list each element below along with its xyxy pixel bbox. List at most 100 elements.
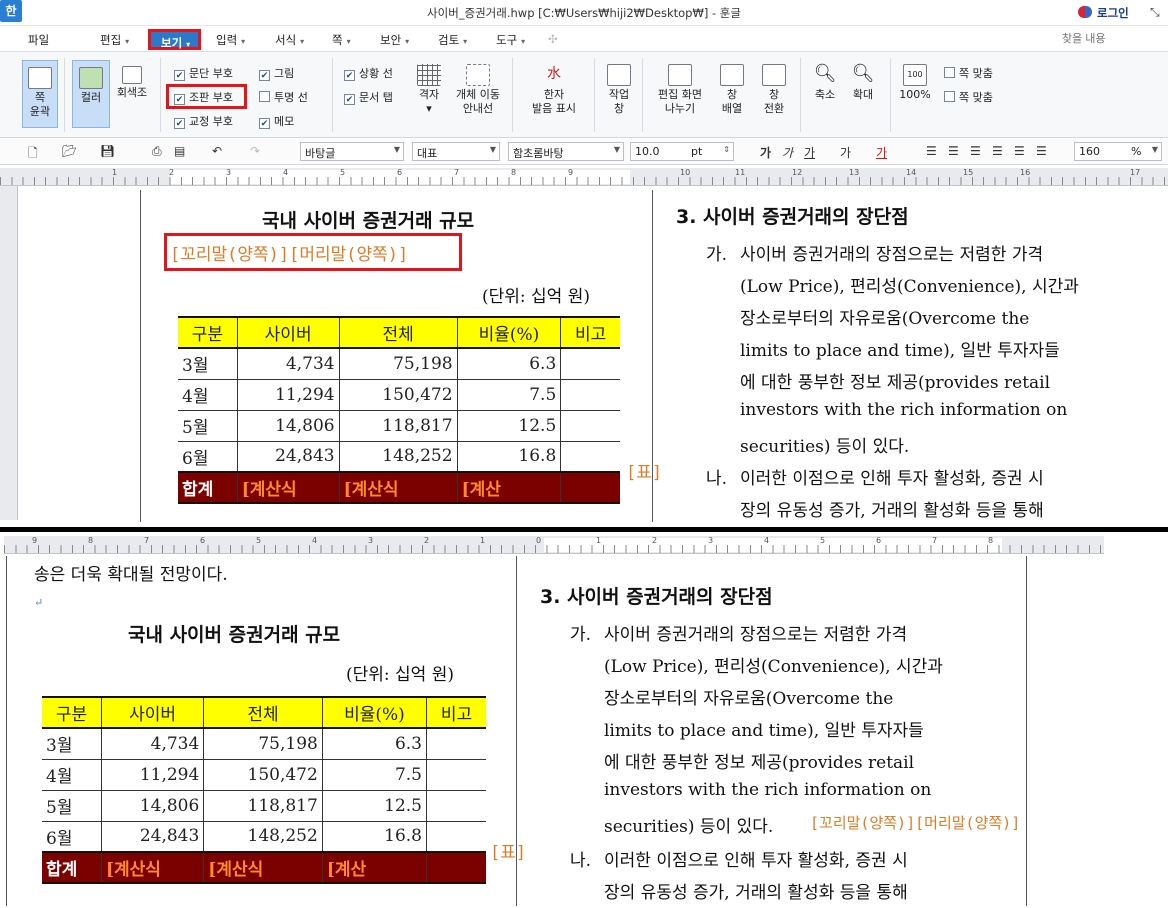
menu-input[interactable]: 입력 ▾: [216, 32, 245, 48]
underline-icon[interactable]: 가: [804, 144, 815, 161]
total-cell[interactable]: [계산식: [339, 471, 458, 504]
table-cell[interactable]: 7.5: [322, 759, 428, 791]
hanja-pronunciation-button[interactable]: 水 한자 발음 표시: [526, 64, 582, 116]
search-input[interactable]: [1062, 30, 1162, 48]
table-cell[interactable]: 14,806: [101, 790, 205, 822]
strike-icon[interactable]: 가: [840, 144, 851, 161]
menu-format[interactable]: 서식 ▾: [275, 32, 304, 48]
arrange-windows-button[interactable]: 창 배열: [714, 64, 750, 116]
table-cell[interactable]: [560, 410, 620, 442]
table-cell[interactable]: 7.5: [457, 379, 562, 411]
table-cell[interactable]: 16.8: [322, 821, 428, 853]
grid-button[interactable]: 격자 ▾: [412, 64, 446, 116]
total-cell[interactable]: [계산식: [237, 471, 340, 504]
divide-icon[interactable]: ☰: [1036, 144, 1047, 158]
table-cell[interactable]: 6.3: [322, 728, 428, 760]
table-cell[interactable]: 118,817: [339, 410, 458, 442]
table-cell[interactable]: 148,252: [339, 441, 458, 473]
total-cell[interactable]: [560, 471, 620, 504]
table-cell[interactable]: 24,843: [237, 441, 340, 473]
total-cell[interactable]: 합계: [42, 851, 102, 884]
total-cell[interactable]: [계산식: [101, 851, 205, 884]
fit-width-button[interactable]: 쪽 맞춤: [944, 89, 993, 105]
data-table[interactable]: 구분 사이버 전체 비율(%) 비고 3월 4,734 75,198 6.3 4…: [178, 316, 620, 504]
restore-window-icon[interactable]: ⤡: [1150, 5, 1160, 20]
align-left-icon[interactable]: ☰: [948, 144, 959, 158]
menu-security[interactable]: 보안 ▾: [380, 32, 409, 48]
header-cell[interactable]: 비율(%): [322, 696, 428, 729]
login-icon[interactable]: [1078, 6, 1092, 18]
total-cell[interactable]: [426, 851, 486, 884]
redo-icon[interactable]: ↷: [250, 144, 260, 158]
table-cell[interactable]: 5월: [178, 410, 238, 442]
split-view-button[interactable]: 편집 화면 나누기: [652, 64, 708, 116]
save-icon[interactable]: 💾︎: [100, 144, 115, 158]
align-center-icon[interactable]: ☰: [970, 144, 981, 158]
checkbox-status-line[interactable]: ✔ 상황 선: [344, 65, 393, 81]
table-cell[interactable]: [560, 379, 620, 411]
table-cell[interactable]: 16.8: [457, 441, 562, 473]
table-cell[interactable]: 75,198: [203, 728, 323, 760]
table-cell[interactable]: 148,252: [203, 821, 323, 853]
table-cell[interactable]: 6월: [178, 441, 238, 473]
header-cell[interactable]: 비율(%): [457, 316, 562, 349]
object-move-guide-button[interactable]: 개체 이동 안내선: [450, 64, 506, 116]
header-cell[interactable]: 비고: [426, 696, 486, 729]
puzzle-icon[interactable]: ✣: [548, 32, 558, 46]
italic-icon[interactable]: 가: [782, 144, 793, 161]
menu-file[interactable]: 파일: [28, 32, 49, 48]
switch-window-button[interactable]: 창 전환: [756, 64, 792, 116]
menu-edit[interactable]: 편집 ▾: [100, 32, 129, 48]
table-cell[interactable]: 6.3: [457, 348, 562, 380]
table-cell[interactable]: [426, 759, 486, 791]
header-cell[interactable]: 구분: [42, 696, 102, 729]
table-cell[interactable]: 11,294: [101, 759, 205, 791]
task-pane-button[interactable]: 작업 창: [602, 64, 636, 116]
table-cell[interactable]: 12.5: [322, 790, 428, 822]
table-cell[interactable]: [426, 728, 486, 760]
table-cell[interactable]: 75,198: [339, 348, 458, 380]
table-cell[interactable]: 3월: [178, 348, 238, 380]
grayscale-button[interactable]: 회색조: [112, 66, 152, 100]
menu-review[interactable]: 검토 ▾: [438, 32, 467, 48]
preview-icon[interactable]: ▤: [174, 144, 185, 158]
bold-icon[interactable]: 가: [760, 144, 771, 161]
table-cell[interactable]: 5월: [42, 790, 102, 822]
align-justify-icon[interactable]: ☰: [926, 144, 937, 158]
color-mode-button[interactable]: 컬러: [72, 60, 110, 128]
login-button[interactable]: 로그인: [1097, 5, 1129, 21]
checkbox-proof-mark[interactable]: ✔ 교정 부호: [174, 113, 233, 129]
table-cell[interactable]: 3월: [42, 728, 102, 760]
shape-select[interactable]: 대표 ▼: [412, 142, 500, 161]
table-cell[interactable]: [426, 790, 486, 822]
zoom-select[interactable]: 160 % ▼: [1074, 142, 1162, 161]
table-cell[interactable]: 118,817: [203, 790, 323, 822]
menu-tools[interactable]: 도구 ▾: [496, 32, 525, 48]
align-right-icon[interactable]: ☰: [992, 144, 1003, 158]
table-cell[interactable]: 12.5: [457, 410, 562, 442]
zoom-in-button[interactable]: 🔍︎ 확대: [846, 64, 880, 102]
table-cell[interactable]: 24,843: [101, 821, 205, 853]
total-cell[interactable]: 합계: [178, 471, 238, 504]
distribute-icon[interactable]: ☰: [1014, 144, 1025, 158]
fit-page-button[interactable]: 쪽 맞춤: [944, 65, 993, 81]
table-cell[interactable]: 14,806: [237, 410, 340, 442]
table-cell[interactable]: [560, 348, 620, 380]
zoom-100-button[interactable]: 100 100%: [896, 64, 934, 102]
total-cell[interactable]: [계산: [457, 471, 562, 504]
header-cell[interactable]: 전체: [339, 316, 458, 349]
font-color-icon[interactable]: 가: [876, 144, 887, 161]
table-cell[interactable]: [426, 821, 486, 853]
horizontal-ruler[interactable]: 9 8 7 6 5 4 3 2 1 0 1 2 3 4 5 6 7 8: [4, 536, 1104, 554]
total-cell[interactable]: [계산: [322, 851, 428, 884]
header-cell[interactable]: 구분: [178, 316, 238, 349]
vertical-ruler[interactable]: [0, 186, 18, 520]
header-cell[interactable]: 비고: [560, 316, 620, 349]
total-cell[interactable]: [계산식: [203, 851, 323, 884]
table-cell[interactable]: 4,734: [101, 728, 205, 760]
table-cell[interactable]: 150,472: [203, 759, 323, 791]
data-table[interactable]: 구분 사이버 전체 비율(%) 비고 3월 4,734 75,198 6.3 4…: [42, 696, 486, 884]
table-cell[interactable]: 11,294: [237, 379, 340, 411]
table-cell[interactable]: 150,472: [339, 379, 458, 411]
checkbox-paragraph-mark[interactable]: ✔ 문단 부호: [174, 65, 233, 81]
